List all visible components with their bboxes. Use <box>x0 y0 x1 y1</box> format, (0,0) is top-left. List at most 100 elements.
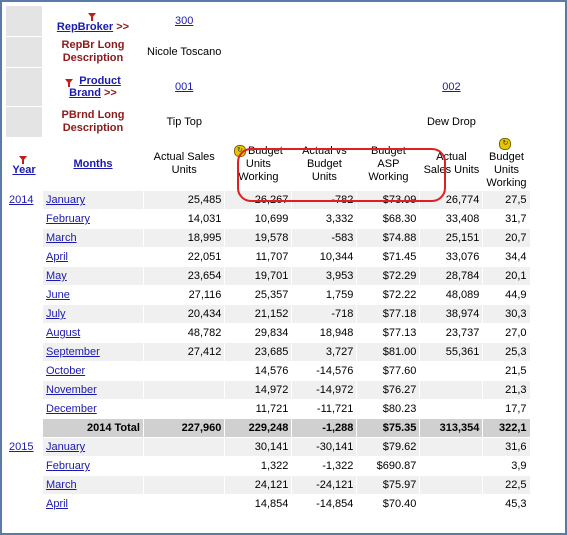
month-link[interactable]: June <box>46 289 70 301</box>
month-link[interactable]: February <box>46 460 90 472</box>
total-row: 2014 Total 227,960 229,248 -1,288 $75.35 313,… <box>6 419 530 437</box>
month-link[interactable]: January <box>46 194 85 206</box>
month-link[interactable]: March <box>46 479 77 491</box>
brand-002-link[interactable]: 002 <box>442 81 460 93</box>
table-row: February 14,031 10,699 3,332 $68.30 33,408 31,… <box>6 210 530 228</box>
actual-vs-budget-cell: -1,322 <box>292 457 357 475</box>
budget-units-working-2-cell: 31,7 <box>483 210 530 228</box>
month-link[interactable]: January <box>46 441 85 453</box>
actual-sales-units-cell: 22,051 <box>144 248 225 266</box>
actual-sales-units-cell <box>144 362 225 380</box>
month-link[interactable]: April <box>46 251 68 263</box>
budget-units-working-cell: 10,699 <box>225 210 292 228</box>
months-link[interactable]: Months <box>73 158 112 170</box>
table-row: April 22,051 11,707 10,344 $71.45 33,076 34,4 <box>6 248 530 266</box>
budget-asp-cell: $77.13 <box>357 324 420 342</box>
year-cell: 2015 <box>6 438 42 456</box>
budget-units-working-header: ↻ Budget Units Working <box>225 138 292 190</box>
repbr-long-description-label: RepBr Long Description <box>43 37 143 67</box>
budget-asp-cell: $76.27 <box>357 381 420 399</box>
table-row: February 1,322 -1,322 $690.87 3,9 <box>6 457 530 475</box>
product-brand-filter[interactable]: Product Brand >> <box>43 68 143 106</box>
actual-sales-units-cell: 20,434 <box>144 305 225 323</box>
product-brand-drill-arrows[interactable]: >> <box>104 87 117 99</box>
table-row: March 24,121 -24,121 $75.97 22,5 <box>6 476 530 494</box>
year-cell <box>6 400 42 418</box>
actual-vs-budget-cell: -24,121 <box>292 476 357 494</box>
year-cell <box>6 210 42 228</box>
actual-sales-units-header-2: Actual Sales Units <box>420 138 483 190</box>
repbroker-link[interactable]: RepBroker <box>57 21 113 33</box>
actual-sales-units-2-cell <box>420 400 483 418</box>
budget-units-working-cell: 24,121 <box>225 476 292 494</box>
budget-units-working-2-cell: 21,3 <box>483 381 530 399</box>
budget-units-working-2-cell: 27,0 <box>483 324 530 342</box>
filter-icon[interactable] <box>65 78 74 87</box>
budget-units-working-cell: 19,578 <box>225 229 292 247</box>
actual-vs-budget-cell: -14,972 <box>292 381 357 399</box>
month-cell: February <box>43 457 143 475</box>
actual-sales-units-cell: 25,485 <box>144 191 225 209</box>
actual-sales-units-2-cell: 38,974 <box>420 305 483 323</box>
filter-icon[interactable] <box>18 155 27 164</box>
actual-vs-budget-cell: 3,332 <box>292 210 357 228</box>
budget-units-working-2-cell: 34,4 <box>483 248 530 266</box>
blank-cell <box>6 6 42 36</box>
budget-asp-cell: $77.18 <box>357 305 420 323</box>
actual-sales-units-2-cell: 23,737 <box>420 324 483 342</box>
repbroker-filter[interactable]: RepBroker >> <box>43 6 143 36</box>
product-brand-link[interactable]: Product <box>79 75 121 87</box>
actual-vs-budget-cell: -782 <box>292 191 357 209</box>
total-budget-cell: 229,248 <box>225 419 292 437</box>
repbroker-value-cell[interactable]: 300 <box>144 6 225 36</box>
actual-sales-units-cell <box>144 438 225 456</box>
budget-units-working-cell: 23,685 <box>225 343 292 361</box>
year-cell: 2014 <box>6 191 42 209</box>
year-link[interactable]: 2015 <box>9 441 33 453</box>
year-cell <box>6 495 42 513</box>
budget-units-working-cell: 25,357 <box>225 286 292 304</box>
month-link[interactable]: November <box>46 384 97 396</box>
month-link[interactable]: December <box>46 403 97 415</box>
budget-units-working-2-cell: 31,6 <box>483 438 530 456</box>
actual-sales-units-2-cell <box>420 476 483 494</box>
month-cell: February <box>43 210 143 228</box>
month-link[interactable]: October <box>46 365 85 377</box>
actual-sales-units-header: Actual Sales Units <box>144 138 225 190</box>
year-header[interactable]: Year <box>6 138 42 190</box>
table-row: August 48,782 29,834 18,948 $77.13 23,737 27,0 <box>6 324 530 342</box>
month-link[interactable]: March <box>46 232 77 244</box>
table-row: May 23,654 19,701 3,953 $72.29 28,784 20,1 <box>6 267 530 285</box>
month-cell: November <box>43 381 143 399</box>
year-link[interactable]: Year <box>12 164 35 176</box>
month-cell: January <box>43 438 143 456</box>
actual-sales-units-2-cell: 28,784 <box>420 267 483 285</box>
month-link[interactable]: August <box>46 327 80 339</box>
month-link[interactable]: May <box>46 270 67 282</box>
repbroker-value-link[interactable]: 300 <box>175 15 193 27</box>
budget-units-working-cell: 14,854 <box>225 495 292 513</box>
budget-units-working-cell: 11,721 <box>225 400 292 418</box>
filter-icon[interactable] <box>87 12 96 21</box>
budget-asp-cell: $80.23 <box>357 400 420 418</box>
table-row: April 14,854 -14,854 $70.40 45,3 <box>6 495 530 513</box>
month-link[interactable]: April <box>46 498 68 510</box>
budget-units-working-cell: 30,141 <box>225 438 292 456</box>
table-row: 2015 January 30,141 -30,141 $79.62 31,6 <box>6 438 530 456</box>
month-link[interactable]: February <box>46 213 90 225</box>
months-header[interactable]: Months <box>43 138 143 190</box>
brand-001-link[interactable]: 001 <box>175 81 193 93</box>
budget-asp-cell: $77.60 <box>357 362 420 380</box>
actual-sales-units-cell: 27,412 <box>144 343 225 361</box>
budget-asp-cell: $75.97 <box>357 476 420 494</box>
year-link[interactable]: 2014 <box>9 194 33 206</box>
month-link[interactable]: September <box>46 346 100 358</box>
product-brand-link-line2[interactable]: Brand <box>69 87 101 99</box>
repbroker-drill-arrows[interactable]: >> <box>116 21 129 33</box>
budget-units-working-2-cell: 3,9 <box>483 457 530 475</box>
budget-asp-cell: $71.45 <box>357 248 420 266</box>
budget-units-working-2-cell: 30,3 <box>483 305 530 323</box>
actual-sales-units-2-cell: 48,089 <box>420 286 483 304</box>
total-actual-cell: 227,960 <box>144 419 225 437</box>
month-link[interactable]: July <box>46 308 66 320</box>
